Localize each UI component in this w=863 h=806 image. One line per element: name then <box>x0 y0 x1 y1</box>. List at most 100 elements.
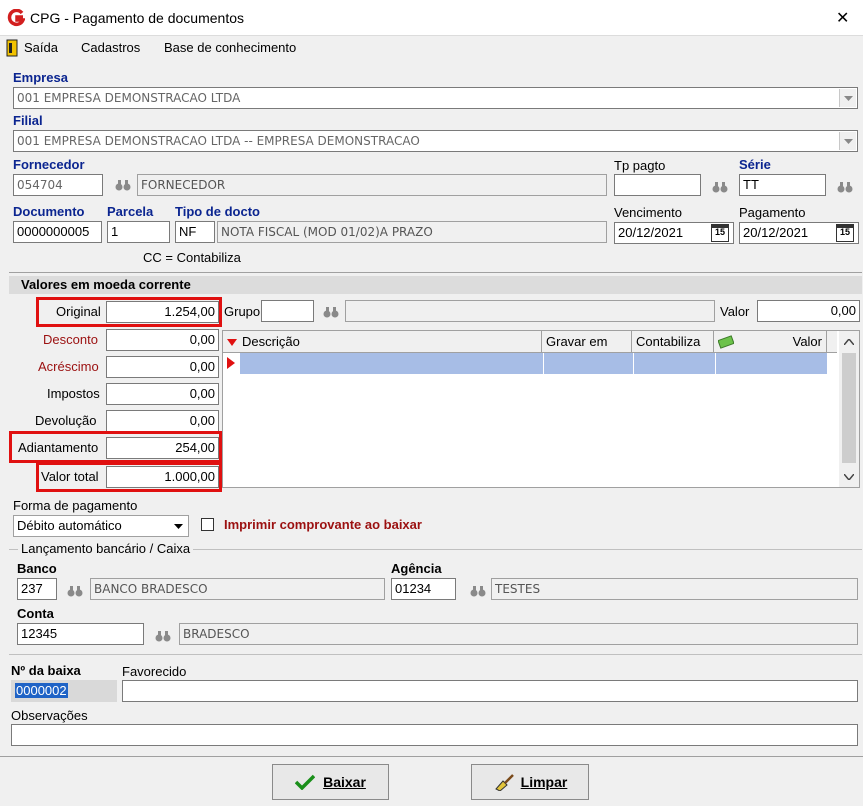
imprimir-label[interactable]: Imprimir comprovante ao baixar <box>224 517 422 532</box>
forma-pagamento-select[interactable]: Débito automático <box>13 515 189 537</box>
vencimento-value: 20/12/2021 <box>618 225 684 240</box>
calendar-icon[interactable]: 15 <box>836 224 854 242</box>
parcela-label: Parcela <box>107 204 154 219</box>
filial-label: Filial <box>13 113 43 128</box>
menu-base-conhecimento[interactable]: Base de conhecimento <box>164 40 296 55</box>
scroll-thumb[interactable] <box>842 353 856 463</box>
limpar-button[interactable]: Limpar <box>471 764 589 800</box>
app-logo-icon <box>7 9 25 27</box>
serie-input[interactable]: TT <box>739 174 826 196</box>
close-icon[interactable]: ✕ <box>836 8 849 28</box>
valor-label: Valor <box>720 304 750 319</box>
forma-pagamento-value: Débito automático <box>17 518 122 533</box>
fornecedor-code-input[interactable]: 054704 <box>13 174 103 196</box>
cell-gravar-em[interactable] <box>544 353 634 374</box>
col-descricao[interactable]: Descrição <box>238 331 542 353</box>
col-gravar-em[interactable]: Gravar em <box>542 331 632 353</box>
grupo-code-input[interactable] <box>261 300 314 322</box>
sort-down-icon[interactable] <box>227 339 237 346</box>
cell-descricao[interactable] <box>240 353 544 374</box>
tipo-docto-code-input[interactable]: NF <box>175 221 215 243</box>
conta-name: BRADESCO <box>179 623 858 645</box>
menu-bar: Saída Cadastros Base de conhecimento <box>0 36 863 60</box>
documento-label: Documento <box>13 204 85 219</box>
agencia-label: Agência <box>391 561 442 576</box>
binoculars-search-icon[interactable] <box>465 580 491 602</box>
grupo-name <box>345 300 715 322</box>
col-contabiliza[interactable]: Contabiliza <box>632 331 714 353</box>
acrescimo-input[interactable]: 0,00 <box>106 356 219 378</box>
binoculars-search-icon[interactable] <box>707 176 733 198</box>
pagamento-value: 20/12/2021 <box>743 225 809 240</box>
lancamentos-grid[interactable]: Descrição Gravar em Contabiliza Valor <box>222 330 860 488</box>
money-icon <box>718 335 734 349</box>
binoculars-search-icon[interactable] <box>110 174 136 196</box>
broom-icon <box>494 774 514 791</box>
chevron-down-icon[interactable] <box>170 517 187 535</box>
fornecedor-name: FORNECEDOR <box>137 174 607 196</box>
chevron-up-icon[interactable] <box>844 339 854 345</box>
forma-pagamento-label: Forma de pagamento <box>13 498 138 513</box>
cell-valor[interactable] <box>716 353 827 374</box>
documento-input[interactable]: 0000000005 <box>13 221 102 243</box>
baixar-label: Baixar <box>323 774 366 790</box>
calendar-icon[interactable]: 15 <box>711 224 729 242</box>
parcela-input[interactable]: 1 <box>107 221 170 243</box>
desconto-input[interactable]: 0,00 <box>106 329 219 351</box>
binoculars-search-icon[interactable] <box>150 625 176 647</box>
valores-header: Valores em moeda corrente <box>9 276 862 294</box>
empresa-value: 001 EMPRESA DEMONSTRACAO LTDA <box>17 91 241 105</box>
empresa-label: Empresa <box>13 70 68 85</box>
baixar-button[interactable]: Baixar <box>272 764 389 800</box>
divider <box>9 654 862 655</box>
grid-scrollbar[interactable] <box>839 331 859 487</box>
filial-select[interactable]: 001 EMPRESA DEMONSTRACAO LTDA -- EMPRESA… <box>13 130 858 152</box>
col-valor-label: Valor <box>792 334 822 349</box>
valor-input[interactable]: 0,00 <box>757 300 860 322</box>
imprimir-checkbox[interactable] <box>201 518 214 531</box>
divider <box>0 756 863 757</box>
chevron-down-icon[interactable] <box>839 89 856 107</box>
binoculars-search-icon[interactable] <box>832 176 858 198</box>
pagamento-label: Pagamento <box>739 205 806 220</box>
menu-cadastros[interactable]: Cadastros <box>81 40 140 55</box>
impostos-label: Impostos <box>47 386 100 401</box>
agencia-code-input[interactable]: 01234 <box>391 578 456 600</box>
impostos-input[interactable]: 0,00 <box>106 383 219 405</box>
conta-code-input[interactable]: 12345 <box>17 623 144 645</box>
cell-contabiliza[interactable] <box>634 353 716 374</box>
banco-code-input[interactable]: 237 <box>17 578 57 600</box>
observacoes-input[interactable] <box>11 724 858 746</box>
empresa-select[interactable]: 001 EMPRESA DEMONSTRACAO LTDA <box>13 87 858 109</box>
binoculars-search-icon[interactable] <box>62 580 88 602</box>
tipo-docto-label: Tipo de docto <box>175 204 260 219</box>
conta-label: Conta <box>17 606 54 621</box>
title-bar: CPG - Pagamento de documentos ✕ <box>0 0 863 36</box>
chevron-down-icon[interactable] <box>844 474 854 480</box>
banco-label: Banco <box>17 561 57 576</box>
nro-baixa-field: 0000002 <box>11 680 117 702</box>
highlight-valor-total <box>36 462 222 492</box>
menu-saida[interactable]: Saída <box>24 40 58 55</box>
binoculars-search-icon[interactable] <box>318 301 344 323</box>
favorecido-label: Favorecido <box>122 664 187 679</box>
vencimento-label: Vencimento <box>614 205 682 220</box>
table-row-selected[interactable] <box>240 353 827 374</box>
favorecido-input[interactable] <box>122 680 858 702</box>
grid-header: Descrição Gravar em Contabiliza Valor <box>223 331 837 353</box>
lancamento-title: Lançamento bancário / Caixa <box>18 541 194 556</box>
divider <box>9 272 862 273</box>
tp-pagto-label: Tp pagto <box>614 158 666 173</box>
nro-baixa-value: 0000002 <box>15 683 68 698</box>
col-valor[interactable]: Valor <box>714 331 827 353</box>
checkmark-icon <box>295 774 316 790</box>
grupo-label: Grupo <box>224 304 261 319</box>
chevron-down-icon[interactable] <box>839 132 856 150</box>
row-pointer-icon <box>227 357 235 369</box>
devolucao-label: Devolução <box>35 413 97 428</box>
devolucao-input[interactable]: 0,00 <box>106 410 219 432</box>
banco-name: BANCO BRADESCO <box>90 578 385 600</box>
acrescimo-label: Acréscimo <box>38 359 99 374</box>
highlight-adiantamento <box>9 431 222 463</box>
tp-pagto-input[interactable] <box>614 174 701 196</box>
